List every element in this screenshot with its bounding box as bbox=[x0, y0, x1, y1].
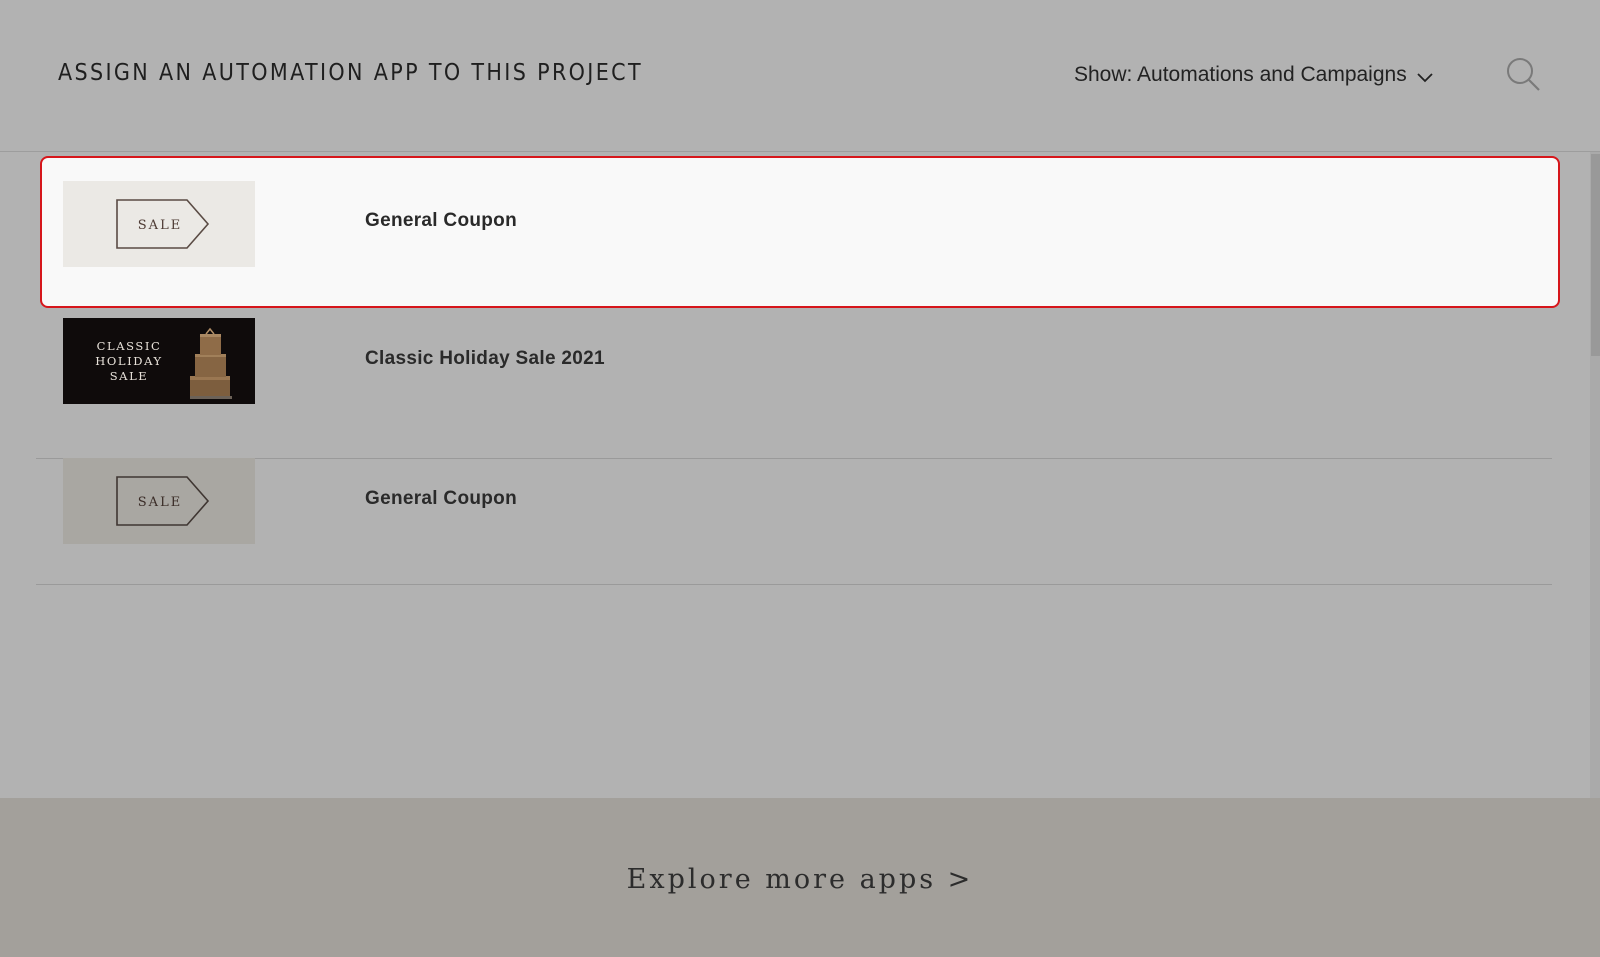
app-row-general-coupon-selected[interactable]: SALE General Coupon bbox=[40, 156, 1560, 308]
app-picker-page: ASSIGN AN AUTOMATION APP TO THIS PROJECT… bbox=[0, 0, 1600, 957]
app-row-general-coupon[interactable]: SALE General Coupon bbox=[36, 442, 1552, 585]
holiday-thumb-line1: CLASSIC bbox=[97, 339, 162, 353]
header: ASSIGN AN AUTOMATION APP TO THIS PROJECT… bbox=[0, 0, 1600, 152]
gift-stack-icon bbox=[190, 327, 232, 399]
sale-tag-text: SALE bbox=[138, 218, 182, 233]
search-icon[interactable] bbox=[1506, 57, 1542, 93]
holiday-thumb-line3: SALE bbox=[110, 369, 149, 383]
show-filter-dropdown[interactable]: Show: Automations and Campaigns bbox=[1074, 61, 1433, 89]
app-name: General Coupon bbox=[365, 488, 517, 509]
app-name: Classic Holiday Sale 2021 bbox=[365, 348, 605, 369]
sale-tag-thumbnail: SALE bbox=[63, 458, 255, 544]
app-list: SALE General Coupon CLASSIC HOLIDAY SALE bbox=[0, 152, 1590, 798]
sale-tag-thumbnail: SALE bbox=[63, 181, 255, 267]
holiday-sale-thumbnail: CLASSIC HOLIDAY SALE bbox=[63, 318, 255, 404]
holiday-thumb-line2: HOLIDAY bbox=[95, 354, 163, 368]
scrollbar-thumb[interactable] bbox=[1591, 154, 1600, 356]
app-name: General Coupon bbox=[365, 210, 517, 231]
footer: Explore more apps > bbox=[0, 798, 1600, 957]
page-title: ASSIGN AN AUTOMATION APP TO THIS PROJECT bbox=[58, 60, 643, 86]
sale-tag-text: SALE bbox=[138, 495, 182, 510]
show-filter-label: Show: Automations and Campaigns bbox=[1074, 63, 1407, 86]
chevron-down-icon bbox=[1417, 65, 1433, 89]
explore-more-apps-link[interactable]: Explore more apps > bbox=[0, 864, 1600, 895]
app-row-classic-holiday-sale[interactable]: CLASSIC HOLIDAY SALE Classic Holiday Sal… bbox=[36, 316, 1552, 459]
